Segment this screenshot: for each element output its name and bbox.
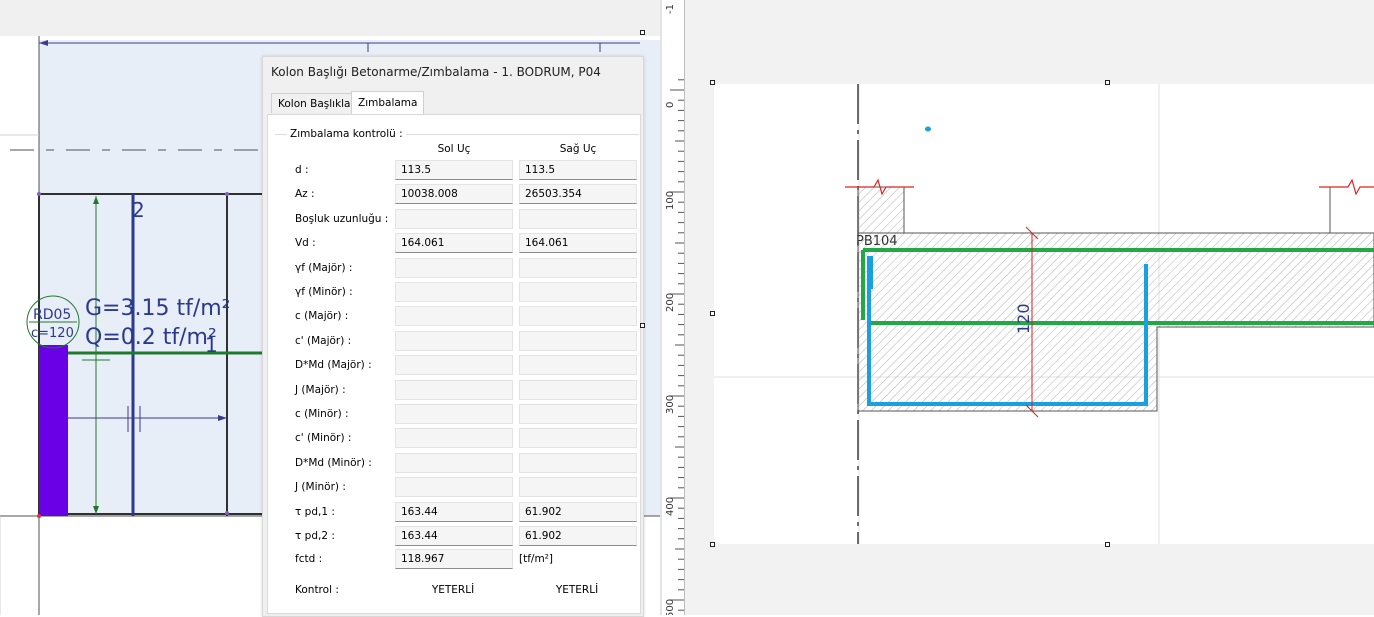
value-field-right[interactable]: [519, 331, 637, 351]
value-field-left[interactable]: [395, 355, 513, 375]
row-label: τ pd,2 :: [295, 530, 335, 542]
value-field-left[interactable]: [395, 282, 513, 302]
fctd-field[interactable]: 118.967: [395, 549, 513, 569]
value-field-right[interactable]: 61.902: [519, 502, 637, 522]
vertical-ruler: -1 0 100 200 300 400 500: [662, 0, 685, 615]
section-view[interactable]: -1 0 100 200 300 400 500 PB104 120: [662, 0, 1374, 615]
value-field-right[interactable]: 164.061: [519, 233, 637, 253]
section-canvas: PB104 120: [714, 84, 1374, 544]
column-rd05: [39, 345, 68, 516]
row-label: J (Majör) :: [295, 384, 346, 396]
group-title: Zımbalama kontrolü :: [287, 128, 406, 140]
punching-shear-dialog: Kolon Başlığı Betonarme/Zımbalama - 1. B…: [262, 56, 644, 617]
row-label: c' (Majör) :: [295, 335, 352, 347]
row-label: γf (Minör) :: [295, 286, 353, 298]
row-label: Boşluk uzunluğu :: [295, 213, 389, 225]
ruler-label: -1: [665, 4, 676, 14]
grid-axis-label: 2: [132, 198, 145, 222]
grip-point: [37, 192, 41, 196]
value-field-left[interactable]: [395, 258, 513, 278]
plan-header-strip: [0, 0, 660, 36]
fctd-unit: [tf/m²]: [519, 553, 553, 565]
ruler-label: 200: [665, 292, 676, 312]
selection-grip[interactable]: [640, 323, 645, 328]
selection-grip[interactable]: [710, 80, 715, 85]
value-field-right[interactable]: [519, 428, 637, 448]
value-field-right[interactable]: [519, 380, 637, 400]
selection-grip[interactable]: [710, 542, 715, 547]
value-field-left[interactable]: [395, 331, 513, 351]
beam-section-drawing: [714, 84, 1374, 544]
row-label: J (Minör) :: [295, 481, 346, 493]
value-field-right[interactable]: 61.902: [519, 526, 637, 546]
wall-above: [857, 186, 905, 234]
value-field-left[interactable]: [395, 380, 513, 400]
row-label: Az :: [295, 188, 315, 200]
value-field-left[interactable]: [395, 209, 513, 229]
value-field-left[interactable]: [395, 404, 513, 424]
dialog-title: Kolon Başlığı Betonarme/Zımbalama - 1. B…: [271, 65, 601, 79]
beam-tag: 1: [205, 333, 218, 357]
selection-grip[interactable]: [640, 30, 645, 35]
ruler-label: 500: [665, 598, 676, 615]
control-label: Kontrol :: [295, 584, 339, 596]
fctd-label: fctd :: [295, 553, 323, 565]
value-field-right[interactable]: 113.5: [519, 160, 637, 180]
ruler-label: 0: [665, 101, 676, 108]
row-label: γf (Majör) :: [295, 262, 353, 274]
column-label: RD05: [33, 307, 72, 323]
column-header-right: Sağ Uç: [559, 143, 597, 155]
row-label: d :: [295, 164, 309, 176]
value-field-left[interactable]: [395, 453, 513, 473]
dead-load-label: G=3.15 tf/m²: [85, 296, 231, 321]
selection-dot: [925, 126, 931, 132]
value-field-right[interactable]: [519, 209, 637, 229]
value-field-right[interactable]: [519, 453, 637, 473]
value-field-right[interactable]: [519, 306, 637, 326]
value-field-left[interactable]: [395, 428, 513, 448]
row-label: τ pd,1 :: [295, 506, 335, 518]
row-label: c' (Minör) :: [295, 432, 352, 444]
value-field-right[interactable]: [519, 258, 637, 278]
row-label: c (Minör) :: [295, 408, 349, 420]
selection-grip[interactable]: [1105, 542, 1110, 547]
value-field-left[interactable]: 163.44: [395, 502, 513, 522]
column-size-label: c=120: [31, 326, 74, 341]
value-field-left[interactable]: 113.5: [395, 160, 513, 180]
selection-grip[interactable]: [1105, 80, 1110, 85]
control-result-left: YETERLİ: [431, 584, 475, 596]
value-field-left[interactable]: [395, 477, 513, 497]
control-result-right: YETERLİ: [555, 584, 599, 596]
value-field-left[interactable]: 163.44: [395, 526, 513, 546]
value-field-right[interactable]: [519, 282, 637, 302]
ruler-label: 300: [665, 394, 676, 414]
ruler-label: 100: [665, 190, 676, 210]
grip-point: [225, 192, 229, 196]
selection-grip[interactable]: [710, 311, 715, 316]
row-label: Vd :: [295, 237, 316, 249]
value-field-right[interactable]: [519, 404, 637, 424]
ruler-label: 400: [665, 496, 676, 516]
row-label: D*Md (Minör) :: [295, 457, 372, 469]
value-field-left[interactable]: 10038.008: [395, 184, 513, 204]
break-symbol-right: [1319, 178, 1374, 196]
value-field-right[interactable]: 26503.354: [519, 184, 637, 204]
row-label: D*Md (Majör) :: [295, 359, 372, 371]
value-field-left[interactable]: 164.061: [395, 233, 513, 253]
column-header-left: Sol Uç: [437, 143, 471, 155]
grip-point: [37, 514, 41, 518]
section-label: PB104: [856, 234, 898, 249]
value-field-right[interactable]: [519, 477, 637, 497]
live-load-label: Q=0.2 tf/m²: [85, 325, 217, 350]
tab-punching[interactable]: Zımbalama: [351, 91, 425, 115]
height-dimension-text: 120: [1014, 303, 1033, 334]
value-field-left[interactable]: [395, 306, 513, 326]
grip-point: [225, 511, 229, 515]
row-label: c (Majör) :: [295, 310, 349, 322]
value-field-right[interactable]: [519, 355, 637, 375]
